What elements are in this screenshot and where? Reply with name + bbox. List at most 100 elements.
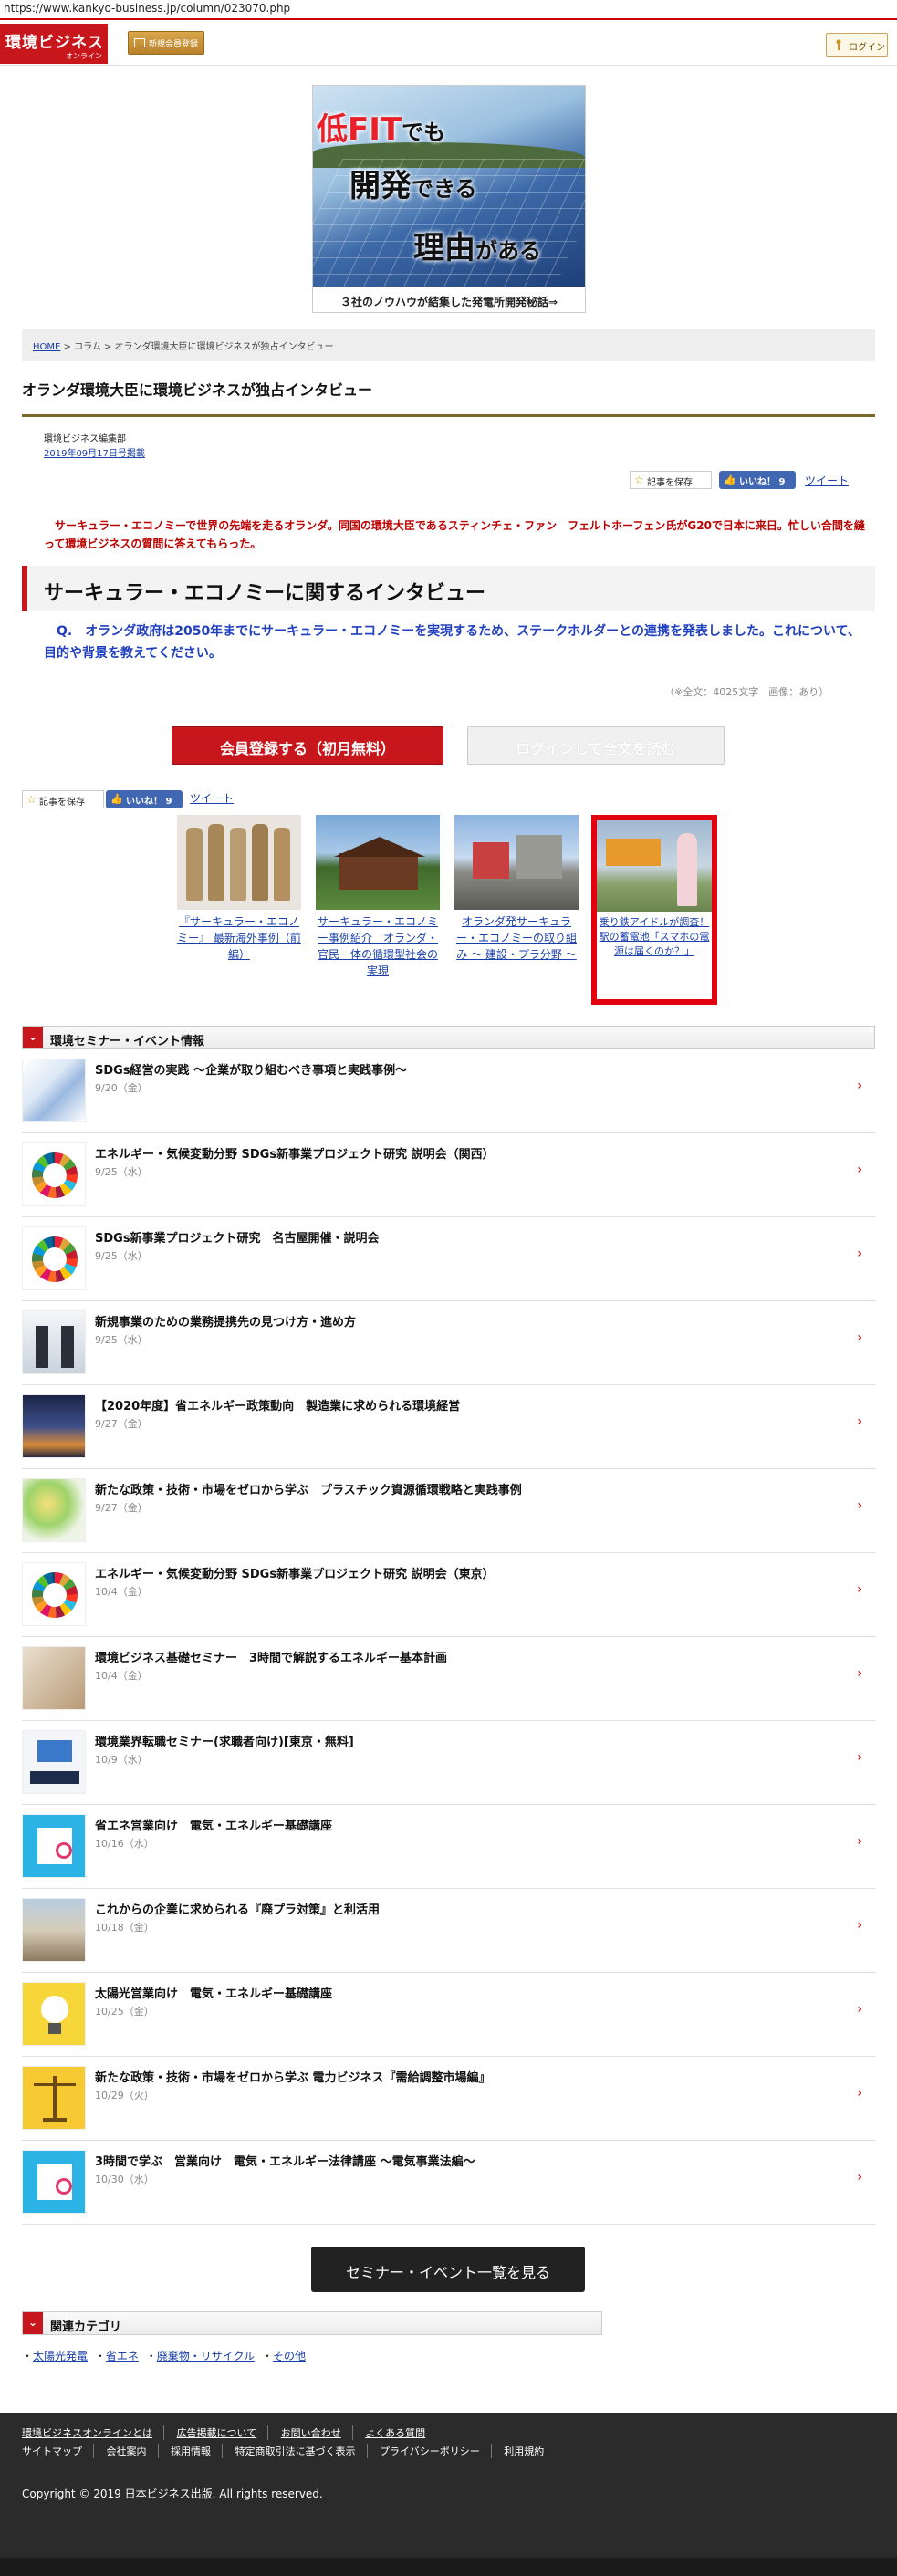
- star-icon: ☆: [26, 793, 37, 806]
- article-length: （※全文：4025文字 画像：あり）: [664, 686, 829, 698]
- breadcrumb-current: オランダ環境大臣に環境ビジネスが独占インタビュー: [114, 342, 334, 352]
- footer-link[interactable]: 利用規約: [504, 2444, 555, 2458]
- category-link[interactable]: 廃棄物・リサイクル: [157, 2350, 255, 2362]
- member-register-button[interactable]: 会員登録する（初月無料）: [172, 726, 443, 765]
- event-thumbnail: [22, 1059, 86, 1122]
- event-title: エネルギー・気候変動分野 SDGs新事業プロジェクト研究 説明会（東京）: [95, 1568, 495, 1581]
- event-item[interactable]: SDGs経営の実践 ～企業が取り組むべき事項と実践事例～ 9/20（金） ›: [22, 1049, 875, 1133]
- chevron-right-icon: ›: [857, 1834, 862, 1849]
- tweet-link[interactable]: ツイート: [805, 473, 849, 488]
- ad-banner[interactable]: 低FITでも 開発できる 理由がある ３社のノウハウが結集した発電所開発秘話⇒: [312, 85, 586, 313]
- site-logo[interactable]: 環境ビジネス オンライン: [0, 24, 108, 64]
- section-heading: サーキュラー・エコノミーに関するインタビュー: [22, 566, 875, 611]
- event-item[interactable]: 環境業界転職セミナー(求職者向け)[東京・無料] 10/9（水） ›: [22, 1721, 875, 1805]
- related-article-image: [454, 815, 579, 910]
- login-read-button[interactable]: ログインして全文を読む: [467, 726, 725, 765]
- event-item[interactable]: 【2020年度】省エネルギー政策動向 製造業に求められる環境経営 9/27（金）…: [22, 1385, 875, 1469]
- event-item[interactable]: 3時間で学ぶ 営業向け 電気・エネルギー法律講座 ～電気事業法編～ 10/30（…: [22, 2141, 875, 2225]
- category-link[interactable]: 太陽光発電: [33, 2350, 88, 2362]
- event-date: 10/30（水）: [95, 2174, 154, 2185]
- chevron-down-icon: ⌄: [23, 2312, 43, 2334]
- footer-links: 環境ビジネスオンラインとは 広告掲載について お問い合わせ よくある質問 サイト…: [22, 2425, 880, 2462]
- chevron-right-icon: ›: [857, 1918, 862, 1933]
- event-thumbnail: [22, 2066, 86, 2130]
- event-title: 省エネ営業向け 電気・エネルギー基礎講座: [95, 1820, 333, 1833]
- event-item[interactable]: 新規事業のための業務提携先の見つけ方・進め方 9/25（水） ›: [22, 1301, 875, 1385]
- chevron-right-icon: ›: [857, 1246, 862, 1261]
- event-thumbnail: [22, 1730, 86, 1794]
- footer-link[interactable]: お問い合わせ: [281, 2425, 353, 2440]
- article-lead: サーキュラー・エコノミーで世界の先端を走るオランダ。同国の環境大臣であるスティン…: [44, 519, 865, 550]
- related-article[interactable]: サーキュラー・エコノミー事例紹介 オランダ・官民一体の循環型社会の実現: [316, 815, 440, 979]
- footer-link[interactable]: 環境ビジネスオンラインとは: [22, 2425, 164, 2440]
- footer-link[interactable]: プライバシーポリシー: [380, 2444, 492, 2458]
- article-date[interactable]: 2019年09月17日号掲載: [44, 445, 145, 459]
- footer-link[interactable]: 広告掲載について: [177, 2425, 269, 2440]
- related-article-highlighted[interactable]: 乗り鉄アイドルが調査！駅の蓄電池「スマホの電源は届くのか？」: [591, 815, 717, 1005]
- like-button-2[interactable]: 👍 いいね！ 9: [106, 790, 183, 808]
- footer-link[interactable]: 特定商取引法に基づく表示: [235, 2444, 368, 2458]
- chevron-right-icon: ›: [857, 2170, 862, 2185]
- event-date: 10/16（水）: [95, 1838, 154, 1850]
- event-date: 9/20（金）: [95, 1082, 148, 1094]
- chevron-right-icon: ›: [857, 1079, 862, 1093]
- event-date: 10/4（金）: [95, 1670, 148, 1682]
- star-icon: ☆: [634, 474, 644, 486]
- related-article-image: [177, 815, 301, 910]
- categories-section-header: ⌄ 関連カテゴリ: [22, 2311, 602, 2335]
- event-item[interactable]: エネルギー・気候変動分野 SDGs新事業プロジェクト研究 説明会（関西） 9/2…: [22, 1133, 875, 1217]
- event-thumbnail: [22, 1982, 86, 2046]
- category-link[interactable]: その他: [273, 2350, 306, 2362]
- related-article[interactable]: オランダ発サーキュラー・エコノミーの取り組み ～ 建設・プラ分野 ～: [454, 815, 579, 963]
- footer-bottom-bar: [0, 2558, 897, 2576]
- event-title: エネルギー・気候変動分野 SDGs新事業プロジェクト研究 説明会（関西）: [95, 1148, 495, 1162]
- event-date: 10/4（金）: [95, 1586, 148, 1598]
- related-article[interactable]: 『サーキュラー・エコノミー』 最新海外事例（前編）: [177, 815, 301, 963]
- event-item[interactable]: エネルギー・気候変動分野 SDGs新事業プロジェクト研究 説明会（東京） 10/…: [22, 1553, 875, 1637]
- seminar-list-button[interactable]: セミナー・イベント一覧を見る: [311, 2247, 585, 2292]
- event-thumbnail: [22, 1394, 86, 1458]
- related-article-image: [316, 815, 440, 910]
- chevron-right-icon: ›: [857, 2002, 862, 2017]
- event-title: 新たな政策・技術・市場をゼロから学ぶ プラスチック資源循環戦略と実践事例: [95, 1484, 522, 1497]
- footer-link[interactable]: サイトマップ: [22, 2444, 94, 2458]
- event-item[interactable]: 新たな政策・技術・市場をゼロから学ぶ プラスチック資源循環戦略と実践事例 9/2…: [22, 1469, 875, 1553]
- event-thumbnail: [22, 1310, 86, 1374]
- breadcrumb-home[interactable]: HOME: [33, 342, 60, 352]
- save-article-button[interactable]: ☆ 記事を保存: [630, 471, 712, 489]
- tweet-link-2[interactable]: ツイート: [190, 790, 234, 806]
- event-date: 10/29（火）: [95, 2090, 154, 2101]
- breadcrumb-column[interactable]: コラム: [74, 342, 101, 352]
- banner-line2: 開発できる: [349, 168, 477, 204]
- banner-caption: ３社のノウハウが結集した発電所開発秘話⇒: [313, 288, 585, 312]
- banner-line3: 理由がある: [413, 230, 541, 266]
- save-article-button-2[interactable]: ☆ 記事を保存: [22, 790, 104, 808]
- event-item[interactable]: 太陽光営業向け 電気・エネルギー基礎講座 10/25（金） ›: [22, 1973, 875, 2057]
- footer-link[interactable]: よくある質問: [365, 2425, 436, 2440]
- chevron-right-icon: ›: [857, 1330, 862, 1345]
- event-item[interactable]: 新たな政策・技術・市場をゼロから学ぶ 電力ビジネス『需給調整市場編』 10/29…: [22, 2057, 875, 2141]
- copyright: Copyright © 2019 日本ビジネス出版. All rights re…: [22, 2487, 323, 2500]
- related-article-title: オランダ発サーキュラー・エコノミーの取り組み ～ 建設・プラ分野 ～: [455, 915, 577, 961]
- event-item[interactable]: これからの企業に求められる『廃プラ対策』と利活用 10/18（金） ›: [22, 1889, 875, 1973]
- logo-sub: オンライン: [66, 52, 102, 60]
- event-title: SDGs経営の実践 ～企業が取り組むべき事項と実践事例～: [95, 1064, 408, 1078]
- category-link[interactable]: 省エネ: [106, 2350, 139, 2362]
- event-date: 10/9（水）: [95, 1754, 148, 1766]
- like-button[interactable]: 👍 いいね！ 9: [719, 471, 796, 489]
- related-article-title: 乗り鉄アイドルが調査！駅の蓄電池「スマホの電源は届くのか？」: [599, 916, 710, 957]
- site-footer: 環境ビジネスオンラインとは 広告掲載について お問い合わせ よくある質問 サイト…: [0, 2413, 897, 2576]
- login-label: ログイン: [849, 43, 885, 53]
- thumbs-up-icon: 👍: [110, 793, 123, 805]
- event-date: 9/27（金）: [95, 1502, 148, 1514]
- event-item[interactable]: SDGs新事業プロジェクト研究 名古屋開催・説明会 9/25（水） ›: [22, 1217, 875, 1301]
- site-header: 環境ビジネス オンライン 新規会員登録 ログイン: [0, 18, 897, 66]
- login-button[interactable]: ログイン: [826, 33, 888, 57]
- event-thumbnail: [22, 1898, 86, 1962]
- event-item[interactable]: 省エネ営業向け 電気・エネルギー基礎講座 10/16（水） ›: [22, 1805, 875, 1889]
- event-item[interactable]: 環境ビジネス基礎セミナー 3時間で解説するエネルギー基本計画 10/4（金） ›: [22, 1637, 875, 1721]
- register-button[interactable]: 新規会員登録: [128, 31, 204, 55]
- register-icon: [134, 38, 145, 47]
- footer-link[interactable]: 会社案内: [107, 2444, 159, 2458]
- footer-link[interactable]: 採用情報: [171, 2444, 223, 2458]
